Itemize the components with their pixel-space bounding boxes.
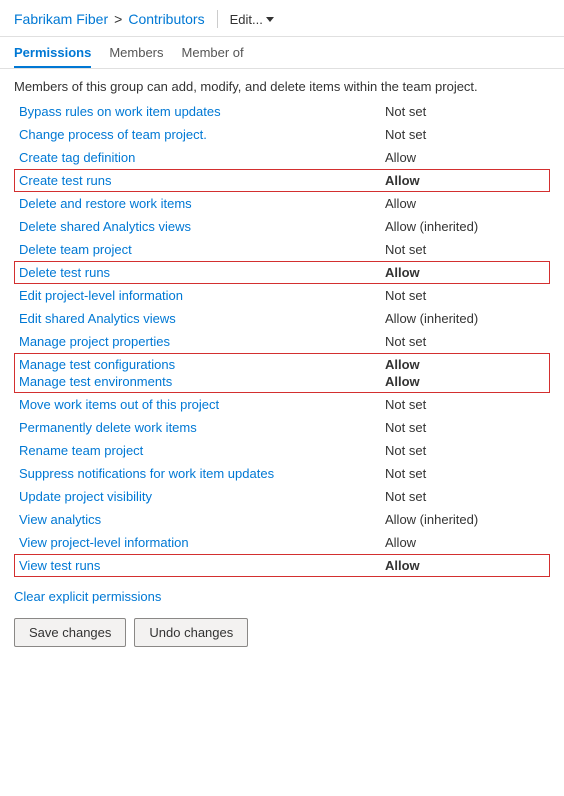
permission-value: Allow (inherited) (385, 311, 545, 326)
permission-value: Not set (385, 334, 545, 349)
table-row: Manage test configurationsAllow (14, 353, 550, 373)
group-link[interactable]: Contributors (128, 11, 204, 27)
table-row: Permanently delete work itemsNot set (14, 416, 550, 439)
table-row: Create tag definitionAllow (14, 146, 550, 169)
permission-name[interactable]: Suppress notifications for work item upd… (19, 466, 385, 481)
permission-value: Allow (385, 196, 545, 211)
permission-value: Allow (385, 357, 545, 372)
permission-name[interactable]: Delete shared Analytics views (19, 219, 385, 234)
permission-value: Not set (385, 420, 545, 435)
save-button[interactable]: Save changes (14, 618, 126, 647)
permission-value: Allow (inherited) (385, 219, 545, 234)
chevron-down-icon (266, 17, 274, 22)
permission-value: Not set (385, 104, 545, 119)
page-header: Fabrikam Fiber > Contributors Edit... (0, 0, 564, 37)
permission-value: Allow (385, 150, 545, 165)
permission-name[interactable]: Delete and restore work items (19, 196, 385, 211)
tab-members[interactable]: Members (109, 45, 163, 68)
table-row: View project-level informationAllow (14, 531, 550, 554)
permission-value: Allow (385, 265, 545, 280)
table-row: Rename team projectNot set (14, 439, 550, 462)
breadcrumb-separator: > (114, 11, 122, 27)
permission-name[interactable]: Edit project-level information (19, 288, 385, 303)
permission-value: Not set (385, 288, 545, 303)
permission-name[interactable]: Delete team project (19, 242, 385, 257)
tab-member-of[interactable]: Member of (182, 45, 244, 68)
table-row: Delete team projectNot set (14, 238, 550, 261)
permission-value: Not set (385, 242, 545, 257)
edit-dropdown[interactable]: Edit... (230, 12, 274, 27)
permission-value: Allow (inherited) (385, 512, 545, 527)
header-divider (217, 10, 218, 28)
clear-permissions-link[interactable]: Clear explicit permissions (0, 577, 564, 608)
permission-name[interactable]: Manage project properties (19, 334, 385, 349)
permission-name[interactable]: Delete test runs (19, 265, 385, 280)
permission-name[interactable]: Permanently delete work items (19, 420, 385, 435)
permission-value: Not set (385, 397, 545, 412)
permission-name[interactable]: Create tag definition (19, 150, 385, 165)
permission-name[interactable]: Bypass rules on work item updates (19, 104, 385, 119)
permission-value: Allow (385, 173, 545, 188)
table-row: Manage project propertiesNot set (14, 330, 550, 353)
org-link[interactable]: Fabrikam Fiber (14, 11, 108, 27)
permission-value: Not set (385, 466, 545, 481)
group-description: Members of this group can add, modify, a… (0, 69, 564, 100)
permission-value: Not set (385, 443, 545, 458)
table-row: Delete test runsAllow (14, 261, 550, 284)
table-row: View analyticsAllow (inherited) (14, 508, 550, 531)
table-row: Bypass rules on work item updatesNot set (14, 100, 550, 123)
table-row: Edit shared Analytics viewsAllow (inheri… (14, 307, 550, 330)
permission-value: Allow (385, 558, 545, 573)
tab-bar: Permissions Members Member of (0, 37, 564, 69)
table-row: Suppress notifications for work item upd… (14, 462, 550, 485)
permission-value: Allow (385, 374, 545, 389)
tab-permissions[interactable]: Permissions (14, 45, 91, 68)
permission-value: Not set (385, 489, 545, 504)
permission-name[interactable]: Change process of team project. (19, 127, 385, 142)
permission-value: Allow (385, 535, 545, 550)
permission-name[interactable]: Rename team project (19, 443, 385, 458)
edit-label: Edit... (230, 12, 263, 27)
table-row: Change process of team project.Not set (14, 123, 550, 146)
permission-name[interactable]: View test runs (19, 558, 385, 573)
permission-name[interactable]: Manage test configurations (19, 357, 385, 372)
table-row: Delete shared Analytics viewsAllow (inhe… (14, 215, 550, 238)
table-row: Delete and restore work itemsAllow (14, 192, 550, 215)
table-row: Move work items out of this projectNot s… (14, 393, 550, 416)
permissions-table: Bypass rules on work item updatesNot set… (0, 100, 564, 577)
permission-name[interactable]: Update project visibility (19, 489, 385, 504)
undo-button[interactable]: Undo changes (134, 618, 248, 647)
table-row: Manage test environmentsAllow (14, 373, 550, 393)
permission-name[interactable]: View analytics (19, 512, 385, 527)
permission-name[interactable]: Move work items out of this project (19, 397, 385, 412)
action-buttons: Save changes Undo changes (0, 608, 564, 657)
permission-value: Not set (385, 127, 545, 142)
table-row: Update project visibilityNot set (14, 485, 550, 508)
permission-name[interactable]: Create test runs (19, 173, 385, 188)
permission-name[interactable]: Edit shared Analytics views (19, 311, 385, 326)
table-row: Edit project-level informationNot set (14, 284, 550, 307)
permission-name[interactable]: View project-level information (19, 535, 385, 550)
permission-name[interactable]: Manage test environments (19, 374, 385, 389)
table-row: Create test runsAllow (14, 169, 550, 192)
table-row: View test runsAllow (14, 554, 550, 577)
